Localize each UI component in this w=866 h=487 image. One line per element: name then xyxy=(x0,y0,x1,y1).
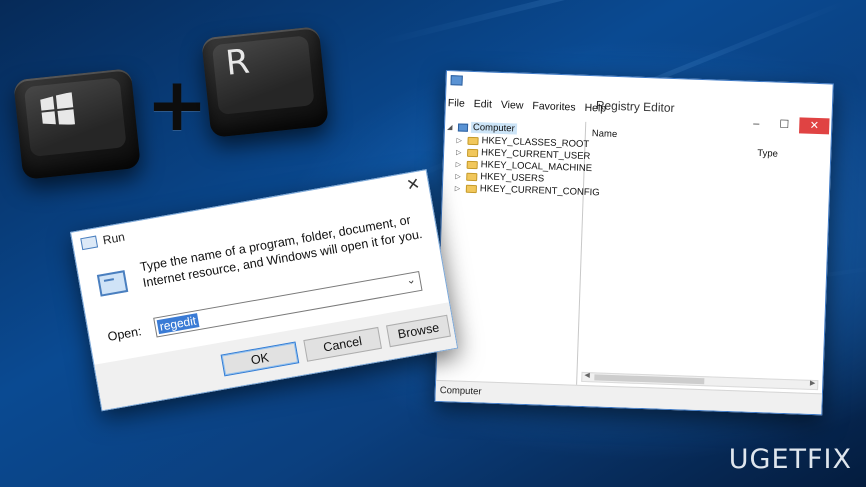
column-header-name[interactable]: Name xyxy=(592,128,618,140)
scroll-right-icon[interactable]: ▶ xyxy=(810,379,816,387)
menu-view[interactable]: View xyxy=(501,99,524,112)
menu-edit[interactable]: Edit xyxy=(474,98,493,111)
registry-editor-window: Registry Editor – ☐ ✕ File Edit View Fav… xyxy=(434,70,834,416)
browse-button[interactable]: Browse xyxy=(386,314,451,348)
folder-icon xyxy=(465,184,478,193)
plus-sign: + xyxy=(146,62,209,148)
tree-item-computer[interactable]: ◢ Computer xyxy=(447,121,517,135)
open-label: Open: xyxy=(106,324,143,344)
scroll-left-icon[interactable]: ◀ xyxy=(584,371,590,379)
run-program-icon xyxy=(96,270,129,297)
run-close-icon[interactable]: ✕ xyxy=(405,174,422,196)
menu-help[interactable]: Help xyxy=(584,102,606,115)
registry-values-pane: Name Type ◀ ▶ xyxy=(577,122,831,394)
status-text: Computer xyxy=(439,384,482,398)
menu-favorites[interactable]: Favorites xyxy=(532,100,576,113)
expand-arrow-icon[interactable]: ▷ xyxy=(456,160,464,168)
r-key: R xyxy=(201,26,329,138)
expand-arrow-icon[interactable]: ▷ xyxy=(455,184,463,192)
folder-icon xyxy=(467,136,479,145)
run-dialog: Run ✕ Type the name of a program, folder… xyxy=(70,169,459,412)
run-button-bar: OK Cancel Browse xyxy=(94,302,457,411)
registry-tree-pane: ◢ Computer ▷ HKEY_CLASSES_ROOT ▷ HKEY_CU… xyxy=(436,117,600,386)
watermark-text-left: UG xyxy=(728,444,772,475)
run-title: Run xyxy=(101,229,126,248)
expand-arrow-icon[interactable]: ▷ xyxy=(456,136,464,144)
cancel-button[interactable]: Cancel xyxy=(303,326,382,362)
tree-item-label: HKEY_USERS xyxy=(480,171,545,185)
folder-icon xyxy=(466,172,478,181)
windows-logo-icon xyxy=(40,92,76,125)
ok-button[interactable]: OK xyxy=(220,341,300,377)
r-key-label: R xyxy=(223,41,252,84)
registry-editor-app-icon xyxy=(450,75,463,86)
watermark-text-mid: E xyxy=(771,444,790,475)
tree-item-hkey-current-config[interactable]: ▷ HKEY_CURRENT_CONFIG xyxy=(455,182,600,198)
expand-arrow-icon[interactable]: ▷ xyxy=(455,172,463,180)
windows-key xyxy=(13,68,141,180)
open-input-value: regedit xyxy=(156,313,200,335)
menu-bar: File Edit View Favorites Help xyxy=(448,97,607,115)
folder-icon xyxy=(467,148,479,157)
collapse-arrow-icon[interactable]: ◢ xyxy=(447,123,455,131)
computer-icon xyxy=(457,122,469,132)
tree-item-label: HKEY_CURRENT_CONFIG xyxy=(479,183,600,199)
ugetfix-watermark: UGETFIX xyxy=(729,444,852,475)
folder-icon xyxy=(466,160,478,169)
run-app-icon xyxy=(80,235,99,251)
menu-file[interactable]: File xyxy=(448,97,465,110)
tree-item-label: Computer xyxy=(470,121,517,135)
scrollbar-thumb[interactable] xyxy=(594,374,705,385)
expand-arrow-icon[interactable]: ▷ xyxy=(456,148,464,156)
watermark-text-right: TFIX xyxy=(789,444,852,475)
dropdown-chevron-icon[interactable]: ⌄ xyxy=(405,273,416,287)
column-header-type[interactable]: Type xyxy=(757,148,778,160)
registry-editor-title: Registry Editor xyxy=(595,98,675,115)
run-title-bar: Run xyxy=(80,230,126,251)
